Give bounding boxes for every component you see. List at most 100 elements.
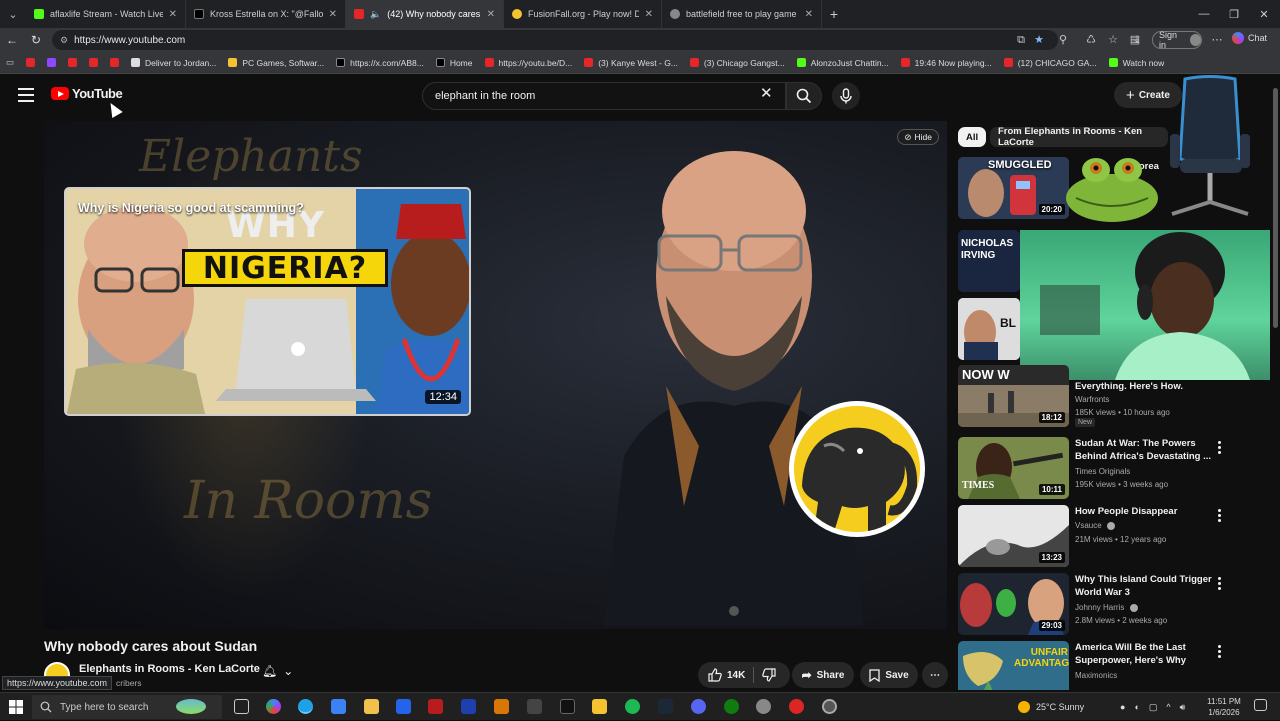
subscription-bell-dropdown[interactable]: 🔔︎ ⌄ [262,664,293,678]
voice-search-button[interactable] [832,82,860,110]
clock[interactable]: 11:51 PM 1/6/2026 [1204,696,1244,718]
volume-icon[interactable]: 🔊︎ [1180,702,1186,713]
video-title[interactable]: Everything. Here's How. [1075,380,1215,393]
outlook-icon[interactable] [396,699,411,714]
performance-icon[interactable]: ♺ [1084,33,1098,47]
app-icon[interactable] [527,699,542,714]
browser-tab-active[interactable]: 🔈 (42) Why nobody cares about ✕ [346,0,504,28]
search-input[interactable]: elephant in the room [422,82,786,110]
notifications-icon[interactable] [1254,699,1267,711]
obs-icon[interactable] [789,699,804,714]
bookmark-item[interactable]: Home [435,58,473,68]
channel-name[interactable]: Maximonics [1075,671,1117,680]
bookmark-star-icon[interactable]: ★ [1032,33,1046,47]
tab-close-icon[interactable]: ✕ [329,9,337,20]
bookmark-item[interactable]: (3) Kanye West - G... [584,58,678,68]
tray-app-icon[interactable]: ▢ [1149,702,1158,713]
tab-close-icon[interactable]: ✕ [805,9,813,20]
windows-start-icon[interactable] [9,700,23,714]
bookmark-item[interactable] [47,58,57,67]
new-tab-button[interactable]: + [822,6,846,22]
recommended-video[interactable]: UNFAIR ADVANTAGE America Will Be the Las… [958,641,1278,690]
tab-close-icon[interactable]: ✕ [645,9,653,20]
video-thumbnail[interactable]: BL [958,298,1020,360]
browser-tab[interactable]: aflaxlife Stream - Watch Live on Ki ✕ [26,0,186,28]
recommended-video[interactable]: 13:23 How People Disappear Vsauce 21M vi… [958,505,1278,571]
more-actions-button[interactable]: ⋯ [922,662,948,688]
page-scrollbar[interactable] [1270,74,1280,690]
back-icon[interactable]: ← [0,28,24,52]
menu-icon[interactable] [18,88,34,102]
edge-icon[interactable] [298,699,313,714]
app-icon[interactable] [560,699,575,714]
weather-widget[interactable]: 25°C Sunny [1018,693,1084,721]
app-icon[interactable] [494,699,509,714]
sign-in-button[interactable]: Sign in [1152,30,1202,50]
bookmark-item[interactable]: Deliver to Jordan... [131,58,216,68]
steam-icon[interactable] [658,699,673,714]
tray-app-icon[interactable]: ● [1120,702,1125,712]
app-icon[interactable] [756,699,771,714]
end-screen-video-card[interactable]: Why is Nigeria so good at scamming? WHY … [64,187,471,416]
browser-tab[interactable]: FusionFall.org - Play now! Download ✕ [504,0,662,28]
browser-tab[interactable]: battlefield free to play game - Goo ✕ [662,0,822,28]
chevron-up-icon[interactable]: ^ [1166,702,1170,712]
chip-all[interactable]: All [958,127,987,147]
copilot-icon[interactable] [266,699,281,714]
speaker-icon[interactable]: 🔈 [370,9,381,20]
channel-name-row[interactable]: Johnny Harris [1075,603,1138,612]
task-view-icon[interactable] [234,699,249,714]
search-highlight-icon[interactable] [176,699,206,714]
spotify-icon[interactable] [625,699,640,714]
recommended-video[interactable]: NOW W 18:12 Everything. Here's How. Warf… [958,365,1278,431]
channel-subscribe-endcard[interactable] [789,401,925,537]
bookmark-item[interactable]: https://youtu.be/D... [484,58,572,68]
video-thumbnail[interactable]: UNFAIR ADVANTAGE [958,641,1069,690]
video-player[interactable]: Elephants In Rooms Why is Nigeria so goo… [44,121,947,629]
scrollbar-thumb[interactable] [1273,88,1278,328]
recommended-video[interactable]: TIMES 10:11 Sudan At War: The Powers Beh… [958,437,1278,503]
clear-search-icon[interactable]: ✕ [760,84,773,102]
like-button[interactable]: 14K [708,668,745,682]
video-thumbnail[interactable]: NICHOLAS IRVING [958,230,1020,292]
tab-search-icon[interactable]: ⌄ [0,0,26,28]
bookmark-item[interactable]: https://x.com/AB8... [336,58,424,68]
video-title[interactable]: Sudan At War: The Powers Behind Africa's… [1075,437,1215,463]
video-thumbnail[interactable]: SMUGGLED 20:20 [958,157,1069,219]
tray-app-icon[interactable]: ◐ [1134,702,1139,712]
channel-name[interactable]: Elephants in Rooms - Ken LaCorte [79,663,260,675]
save-button[interactable]: Save [860,662,918,688]
downloads-icon[interactable]: ⤓ [1130,33,1144,47]
bookmark-item[interactable]: AlonzoJust Chattin... [796,58,889,68]
bookmark-item[interactable]: PC Games, Softwar... [228,58,324,68]
bookmark-item[interactable] [26,58,36,67]
bookmark-item[interactable]: Watch now [1108,58,1164,68]
discord-icon[interactable] [691,699,706,714]
video-title[interactable]: America Will Be the Last Superpower, Her… [1075,641,1215,667]
xbox-icon[interactable] [724,699,739,714]
more-vert-icon[interactable] [1218,577,1222,590]
tab-close-icon[interactable]: ✕ [487,9,495,20]
minimize-icon[interactable]: — [1188,0,1220,28]
channel-name[interactable]: Warfronts [1075,395,1109,404]
app-available-icon[interactable]: ⧉ [1014,33,1028,47]
video-thumbnail[interactable]: 29:03 [958,573,1069,635]
video-thumbnail[interactable]: 13:23 [958,505,1069,567]
recommended-video[interactable]: 29:03 Why This Island Could Trigger Worl… [958,573,1278,639]
more-menu-icon[interactable]: ⋯ [1210,33,1224,47]
bookmark-item[interactable] [110,58,120,67]
hide-endcards-button[interactable]: ⊘ Hide [897,129,939,145]
share-button[interactable]: ➦ Share [792,662,854,688]
app-icon[interactable] [592,699,607,714]
favorites-icon[interactable]: ☆ [1106,33,1120,47]
video-title[interactable]: How People Disappear [1075,505,1215,518]
search-button[interactable] [786,82,822,110]
thumbs-down-icon[interactable] [762,668,776,682]
reading-list-icon[interactable]: ▭ [6,57,14,68]
app-icon[interactable] [461,699,476,714]
video-title[interactable]: Why This Island Could Trigger World War … [1075,573,1215,599]
tab-close-icon[interactable]: ✕ [169,9,177,20]
video-thumbnail[interactable]: TIMES 10:11 [958,437,1069,499]
bookmark-item[interactable]: (3) Chicago Gangst... [689,58,785,68]
more-vert-icon[interactable] [1218,509,1222,522]
